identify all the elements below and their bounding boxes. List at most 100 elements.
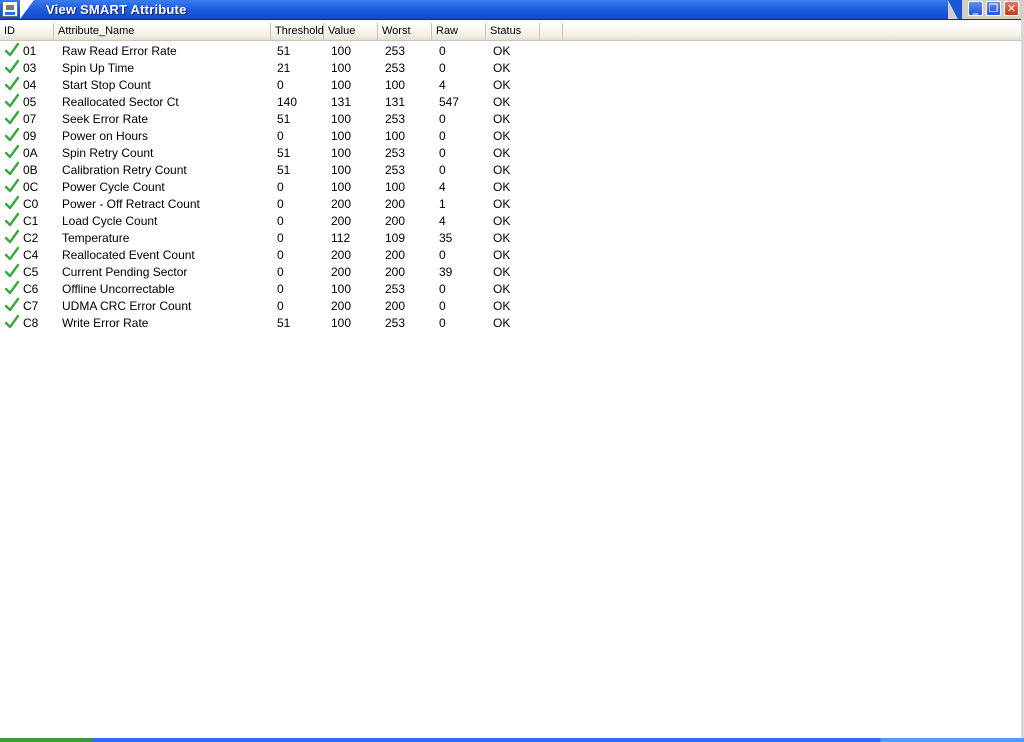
cell-worst: 200 [385,265,406,279]
cell-status: OK [493,231,511,245]
table-row[interactable]: 03 Spin Up Time 21 100 253 0 OK [0,59,1024,76]
cell-value: 100 [331,61,352,75]
table-row[interactable]: C7 UDMA CRC Error Count 0 200 200 0 OK [0,297,1024,314]
cell-value: 200 [331,214,352,228]
table-row[interactable]: 05 Reallocated Sector Ct 140 131 131 547… [0,93,1024,110]
table-row[interactable]: C4 Reallocated Event Count 0 200 200 0 O… [0,246,1024,263]
title-bar[interactable]: View SMART Attribute _ ❐ ✕ [0,0,1024,20]
cell-raw: 0 [439,248,446,262]
check-icon [4,110,20,125]
cell-worst: 100 [385,180,406,194]
cell-id: 09 [23,129,37,143]
cell-worst: 200 [385,299,406,313]
cell-attribute-name: Spin Retry Count [62,146,154,160]
cell-threshold: 51 [277,44,291,58]
cell-raw: 0 [439,61,446,75]
cell-status: OK [493,112,511,126]
cell-status: OK [493,214,511,228]
table-row[interactable]: 07 Seek Error Rate 51 100 253 0 OK [0,110,1024,127]
table-row[interactable]: C0 Power - Off Retract Count 0 200 200 1… [0,195,1024,212]
table-row[interactable]: 0A Spin Retry Count 51 100 253 0 OK [0,144,1024,161]
cell-id: 04 [23,78,37,92]
cell-threshold: 51 [277,112,291,126]
column-header-attribute-name[interactable]: Attribute_Name [54,23,271,40]
cell-attribute-name: Spin Up Time [62,61,135,75]
cell-worst: 253 [385,282,406,296]
restore-icon: ❐ [988,2,999,15]
column-header-empty[interactable] [540,23,563,40]
column-header-raw[interactable]: Raw [432,23,486,40]
check-icon [4,314,20,329]
cell-worst: 253 [385,112,406,126]
cell-attribute-name: Temperature [62,231,130,245]
table-row[interactable]: C2 Temperature 0 112 109 35 OK [0,229,1024,246]
app-icon[interactable] [2,1,18,17]
cell-attribute-name: Write Error Rate [62,316,149,330]
table-row[interactable]: 0C Power Cycle Count 0 100 100 4 OK [0,178,1024,195]
cell-raw: 0 [439,44,446,58]
cell-raw: 0 [439,112,446,126]
cell-worst: 200 [385,197,406,211]
cell-threshold: 51 [277,316,291,330]
check-icon [4,246,20,261]
cell-threshold: 0 [277,78,284,92]
cell-threshold: 140 [277,95,298,109]
table-row[interactable]: 01 Raw Read Error Rate 51 100 253 0 OK [0,42,1024,59]
cell-value: 100 [331,146,352,160]
close-button[interactable]: ✕ [1004,1,1019,16]
table-row[interactable]: C6 Offline Uncorrectable 0 100 253 0 OK [0,280,1024,297]
minimize-button[interactable]: _ [968,1,983,16]
taskbar-strip [0,738,1024,742]
cell-raw: 547 [439,95,460,109]
check-icon [4,93,20,108]
cell-worst: 253 [385,44,406,58]
cell-id: C4 [23,248,39,262]
restore-button[interactable]: ❐ [986,1,1001,16]
cell-status: OK [493,146,511,160]
cell-raw: 0 [439,299,446,313]
column-header-threshold[interactable]: Threshold [271,23,324,40]
title-bar-cap: _ ❐ ✕ [948,0,1024,19]
column-header-worst[interactable]: Worst [378,23,432,40]
check-icon [4,263,20,278]
cell-id: C5 [23,265,39,279]
column-header-value[interactable]: Value [324,23,378,40]
check-icon [4,42,20,57]
table-row[interactable]: 0B Calibration Retry Count 51 100 253 0 … [0,161,1024,178]
cell-status: OK [493,180,511,194]
table-row[interactable]: C5 Current Pending Sector 0 200 200 39 O… [0,263,1024,280]
cell-worst: 109 [385,231,406,245]
cell-worst: 200 [385,248,406,262]
cell-threshold: 0 [277,231,284,245]
cell-value: 100 [331,163,352,177]
cell-worst: 100 [385,78,406,92]
cell-threshold: 0 [277,197,284,211]
cell-attribute-name: Load Cycle Count [62,214,158,228]
cell-id: 0C [23,180,39,194]
column-header-id[interactable]: ID [0,23,54,40]
table-row[interactable]: C8 Write Error Rate 51 100 253 0 OK [0,314,1024,331]
cell-threshold: 0 [277,180,284,194]
cell-value: 100 [331,44,352,58]
cell-raw: 0 [439,163,446,177]
cell-attribute-name: Calibration Retry Count [62,163,187,177]
table-row[interactable]: 09 Power on Hours 0 100 100 0 OK [0,127,1024,144]
cell-status: OK [493,61,511,75]
cell-threshold: 0 [277,299,284,313]
cell-attribute-name: Power - Off Retract Count [62,197,200,211]
cell-attribute-name: Reallocated Event Count [62,248,195,262]
cell-attribute-name: Raw Read Error Rate [62,44,177,58]
cell-value: 112 [331,231,351,245]
cell-status: OK [493,282,511,296]
table-row[interactable]: 04 Start Stop Count 0 100 100 4 OK [0,76,1024,93]
minimize-icon: _ [972,2,979,15]
column-header-row: ID Attribute_Name Threshold Value Worst … [0,23,1024,41]
cell-status: OK [493,129,511,143]
column-header-status[interactable]: Status [486,23,540,40]
cell-id: C7 [23,299,39,313]
cell-id: 07 [23,112,37,126]
cell-id: C8 [23,316,39,330]
cell-threshold: 0 [277,214,284,228]
cell-raw: 0 [439,282,446,296]
table-row[interactable]: C1 Load Cycle Count 0 200 200 4 OK [0,212,1024,229]
